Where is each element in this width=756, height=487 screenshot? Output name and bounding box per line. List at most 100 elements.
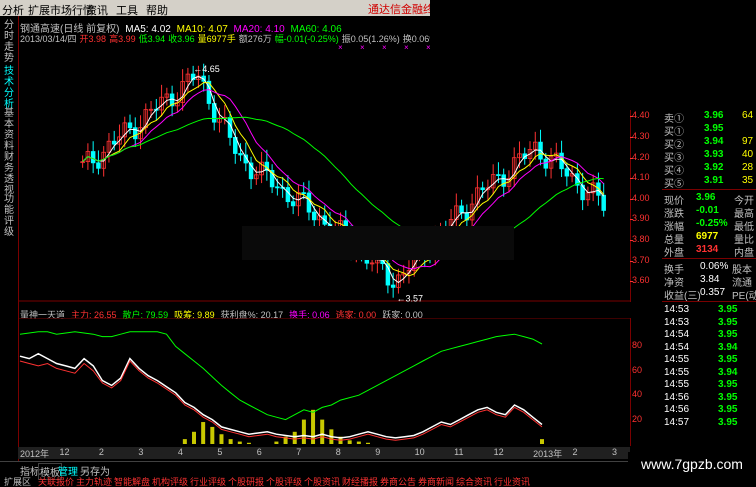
- tab-extension-item[interactable]: 行业评级: [190, 475, 226, 487]
- quote-label: 外盘: [664, 248, 684, 259]
- tab-extension-item[interactable]: 个股研报: [228, 475, 264, 487]
- tab-extension-item[interactable]: 行业资讯: [494, 475, 530, 487]
- stat-label: 收益(三): [664, 291, 701, 302]
- tick-time: 14:55: [664, 366, 690, 378]
- accumulation-bar: [192, 431, 196, 444]
- price-tick-label: 3.90: [632, 213, 650, 224]
- tick-price: 3.95: [718, 354, 738, 365]
- date-tick-label: 12: [493, 447, 504, 457]
- tab-extension-item[interactable]: 关联报价: [38, 475, 74, 487]
- tab-extension-item[interactable]: 财经播报: [342, 475, 378, 487]
- tick-row: 14:54 3.95: [662, 329, 756, 342]
- candle-body: [480, 187, 485, 191]
- tab-extension-item[interactable]: 机构评级: [152, 475, 188, 487]
- order-price: 3.93: [704, 149, 724, 160]
- signal-marker: ×: [404, 44, 409, 52]
- tick-price: 3.95: [718, 404, 738, 415]
- date-tick-label: 6: [256, 447, 262, 457]
- tab-extension-item[interactable]: 智能解盘: [114, 475, 150, 487]
- date-tick-label: 10: [414, 447, 425, 457]
- tab-rating[interactable]: 功能评级: [2, 194, 16, 238]
- panel-separator: [662, 258, 756, 259]
- indicator-axis: 80 60 40 20: [630, 318, 662, 446]
- quote-row: 外盘 3134 内盘: [662, 244, 756, 259]
- tab-financial[interactable]: 财务透视: [2, 152, 16, 196]
- indicator-chart[interactable]: [18, 318, 630, 446]
- accumulation-bar: [540, 439, 544, 444]
- ohlc-value: 2013/03/14/四: [20, 34, 77, 44]
- quote-row: 现价 3.96 今开: [662, 192, 756, 207]
- price-tick-mark: [630, 116, 633, 118]
- candle-body: [564, 168, 570, 177]
- tick-price: 3.95: [718, 391, 738, 403]
- tick-price: 3.94: [718, 366, 738, 378]
- stat-value: 0.06%: [700, 261, 729, 272]
- tick-row: 14:54 3.94: [662, 342, 756, 355]
- candle-body: [306, 192, 312, 213]
- ohlc-value: 额276万: [238, 34, 272, 44]
- tab-extension-item[interactable]: 券商公告: [380, 475, 416, 487]
- candle-body: [285, 187, 291, 203]
- menu-item-extended-market[interactable]: 扩展市场行情: [28, 2, 94, 18]
- price-tick-mark: [630, 198, 633, 200]
- watermark: www.7gpzb.com: [628, 452, 756, 476]
- order-volume: 64: [742, 110, 754, 121]
- tab-basic-info[interactable]: 基本资料: [2, 108, 16, 152]
- bid-row: 买③ 3.93 40: [662, 149, 756, 164]
- menu-item-help[interactable]: 帮助: [146, 2, 168, 18]
- quote-extra-label: 内盘: [734, 248, 754, 259]
- axis-line: [630, 318, 631, 446]
- tab-intraday[interactable]: 分时走势: [2, 20, 16, 64]
- tab-extension-item[interactable]: 个股评级: [266, 475, 302, 487]
- ohlc-value: 量6977手: [197, 34, 236, 44]
- date-tick-label: 8: [335, 447, 341, 457]
- tab-technical-analysis[interactable]: 技术分析: [2, 66, 16, 110]
- candle-body: [496, 174, 501, 177]
- brand-title: 通达信金融终: [368, 4, 430, 15]
- tab-extension-item[interactable]: 券商新闻: [418, 475, 454, 487]
- accumulation-bar: [366, 442, 370, 444]
- blank-region: [242, 226, 514, 260]
- candle-body: [238, 153, 243, 156]
- signal-marker: ×: [360, 44, 365, 52]
- price-tick-label: 4.10: [632, 172, 650, 183]
- menu-bar: 分析 扩展市场行情 资讯 工具 帮助: [0, 0, 430, 18]
- tab-extension-item[interactable]: 主力轨迹: [76, 475, 112, 487]
- candle-body: [601, 194, 606, 211]
- tab-extension-item[interactable]: 个股资讯: [304, 475, 340, 487]
- stat-row: 换手 0.06% 股本: [662, 261, 756, 276]
- low-price-annotation: ←3.57: [397, 293, 424, 302]
- tick-row: 14:56 3.95: [662, 392, 756, 405]
- menu-item-tools[interactable]: 工具: [116, 2, 138, 18]
- order-price: 3.91: [704, 175, 724, 186]
- price-tick-mark: [630, 281, 633, 283]
- left-tab-bar: 分时走势 技术分析 基本资料 财务透视 功能评级: [0, 16, 19, 461]
- tick-row: 14:55 3.95: [662, 379, 756, 392]
- accumulation-bar: [228, 439, 233, 444]
- tab-extension-area[interactable]: 扩展区: [4, 475, 31, 487]
- order-volume: 40: [742, 149, 754, 160]
- accumulation-bar: [356, 441, 361, 444]
- price-tick-mark: [630, 240, 633, 242]
- bid-row: 买④ 3.92 28: [662, 162, 756, 177]
- quote-row: 总量 6977 量比: [662, 231, 756, 246]
- panel-separator: [662, 301, 756, 302]
- ohlc-value: 换0.06%: [402, 34, 430, 44]
- quote-value: -0.01: [696, 205, 719, 216]
- date-tick-label: 12: [59, 447, 70, 457]
- ohlc-value: 振0.05(1.26%): [341, 34, 400, 44]
- tick-price: 3.95: [718, 379, 738, 390]
- bid-row: 买⑤ 3.91 35: [662, 175, 756, 190]
- accumulation-bar: [301, 419, 306, 444]
- quote-panel: 卖① 3.96 64 买① 3.95 买② 3.94 97 买③ 3.93 40 买④ 3.92 28 买⑤…: [662, 108, 756, 453]
- tick-time: 14:54: [664, 329, 690, 340]
- accumulation-bar: [219, 434, 224, 444]
- signal-marker: ×: [382, 44, 387, 52]
- tick-row: 14:56 3.95: [662, 404, 756, 417]
- price-tick-mark: [630, 157, 633, 159]
- menu-item-news[interactable]: 资讯: [86, 2, 108, 18]
- accumulation-bar: [292, 431, 297, 444]
- accumulation-bar: [201, 422, 206, 444]
- stat-row: 净资 3.84 流通: [662, 274, 756, 289]
- tab-extension-item[interactable]: 综合资讯: [456, 475, 492, 487]
